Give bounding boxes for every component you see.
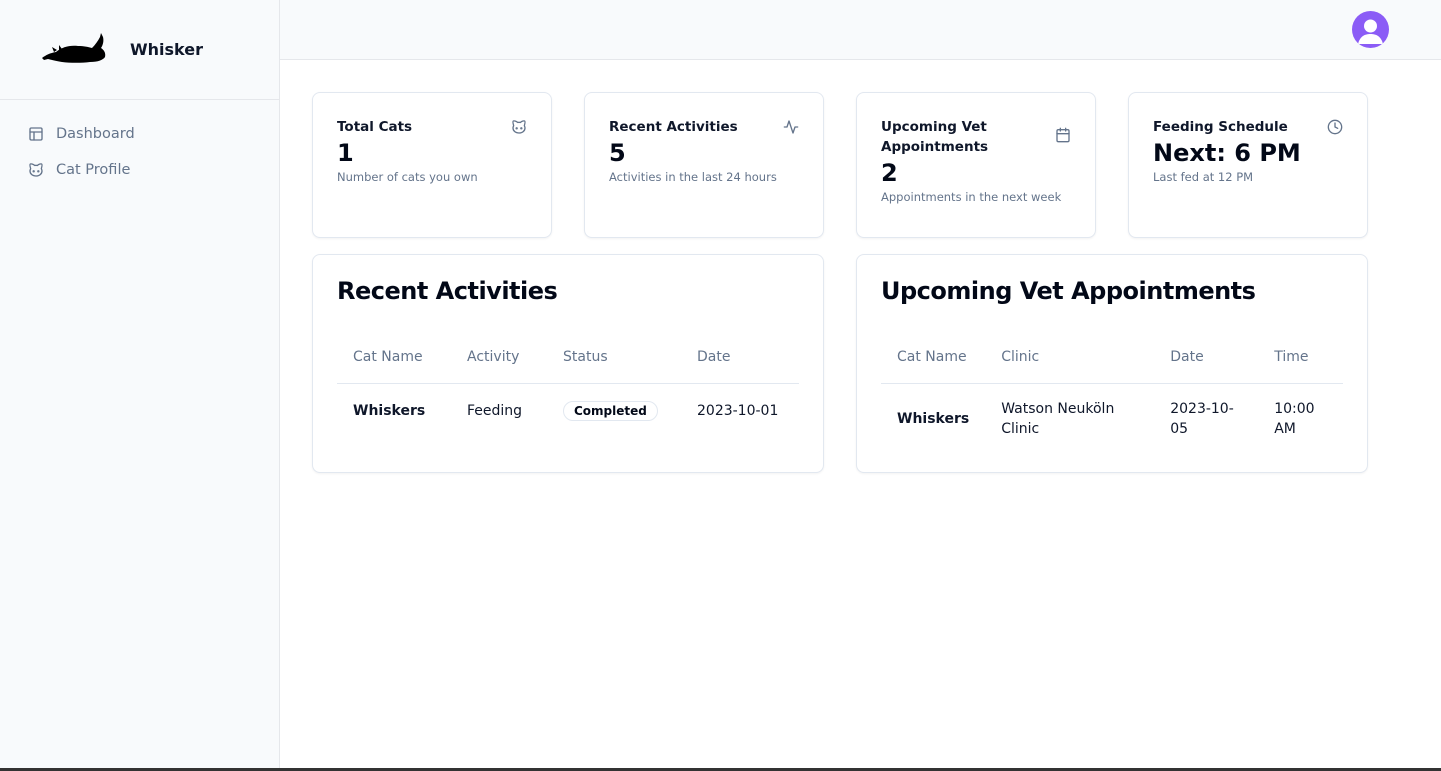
table-header-row: Cat Name Clinic Date Time xyxy=(881,331,1343,384)
table-row[interactable]: Whiskers Watson Neuköln Clinic 2023-10-0… xyxy=(881,383,1343,455)
cat-logo-icon xyxy=(42,32,106,63)
stat-title: Feeding Schedule xyxy=(1153,119,1288,135)
cell-status: Completed xyxy=(547,383,681,439)
cell-cat-name: Whiskers xyxy=(897,411,970,428)
column-header: Cat Name xyxy=(881,331,986,384)
column-header: Status xyxy=(547,331,681,384)
cell-time: 10:00 AM xyxy=(1274,401,1315,438)
cell-date: 2023-10-05 xyxy=(1170,401,1234,438)
user-avatar-button[interactable] xyxy=(1352,11,1389,48)
cat-icon xyxy=(512,120,526,134)
vet-appointments-panel: Upcoming Vet Appointments Cat Name Clini… xyxy=(856,254,1368,473)
table-row[interactable]: Whiskers Feeding Completed 2023-10-01 xyxy=(337,383,799,439)
table-header-row: Cat Name Activity Status Date xyxy=(337,331,799,384)
column-header: Clinic xyxy=(985,331,1155,384)
brand[interactable]: Whisker xyxy=(0,0,279,100)
stat-description: Appointments in the next week xyxy=(881,190,1062,204)
column-header: Time xyxy=(1258,331,1343,384)
calendar-icon xyxy=(1056,127,1070,143)
cell-activity: Feeding xyxy=(467,403,523,420)
layout-icon xyxy=(29,127,43,141)
stat-title: Recent Activities xyxy=(609,119,738,135)
stat-title: Upcoming Vet Appointments xyxy=(881,119,989,155)
stat-title: Total Cats xyxy=(337,119,413,135)
user-avatar-icon xyxy=(1358,19,1383,44)
vet-appointments-table: Cat Name Clinic Date Time Whiskers Watso… xyxy=(881,331,1343,455)
app-name: Whisker xyxy=(130,40,203,59)
cell-date: 2023-10-01 xyxy=(697,403,779,420)
stat-description: Number of cats you own xyxy=(337,170,478,184)
top-bar xyxy=(280,0,1441,60)
stat-card-vet-appointments: Upcoming Vet Appointments 2 Appointments… xyxy=(856,92,1096,238)
column-header: Date xyxy=(1154,331,1259,384)
cell-cat-name: Whiskers xyxy=(353,403,426,420)
stat-value: Next: 6 PM xyxy=(1153,139,1301,167)
column-header: Date xyxy=(681,331,799,384)
clock-icon xyxy=(1327,119,1343,135)
sidebar-item-label: Dashboard xyxy=(56,126,135,142)
recent-activities-table: Cat Name Activity Status Date Whiskers F… xyxy=(337,331,799,439)
cat-icon xyxy=(29,163,43,177)
column-header: Activity xyxy=(451,331,547,384)
status-badge: Completed xyxy=(563,401,658,422)
recent-activities-panel: Recent Activities Cat Name Activity Stat… xyxy=(312,254,824,473)
stat-description: Activities in the last 24 hours xyxy=(609,170,777,184)
stat-card-total-cats: Total Cats 1 Number of cats you own xyxy=(312,92,552,238)
sidebar: Whisker Dashboard Cat Profile xyxy=(0,0,280,768)
stat-value: 2 xyxy=(881,159,898,187)
sidebar-nav: Dashboard Cat Profile xyxy=(0,100,279,188)
stat-value: 5 xyxy=(609,139,626,167)
stat-description: Last fed at 12 PM xyxy=(1153,170,1254,184)
panel-title: Upcoming Vet Appointments xyxy=(881,277,1256,305)
stat-card-feeding-schedule: Feeding Schedule Next: 6 PM Last fed at … xyxy=(1128,92,1368,238)
sidebar-item-cat-profile[interactable]: Cat Profile xyxy=(0,152,279,188)
sidebar-item-label: Cat Profile xyxy=(56,162,131,178)
activity-icon xyxy=(783,120,799,134)
stat-value: 1 xyxy=(337,139,354,167)
sidebar-item-dashboard[interactable]: Dashboard xyxy=(0,116,279,152)
stat-card-recent-activities: Recent Activities 5 Activities in the la… xyxy=(584,92,824,238)
column-header: Cat Name xyxy=(337,331,451,384)
panel-title: Recent Activities xyxy=(337,277,558,305)
cell-clinic: Watson Neuköln Clinic xyxy=(1001,401,1115,438)
